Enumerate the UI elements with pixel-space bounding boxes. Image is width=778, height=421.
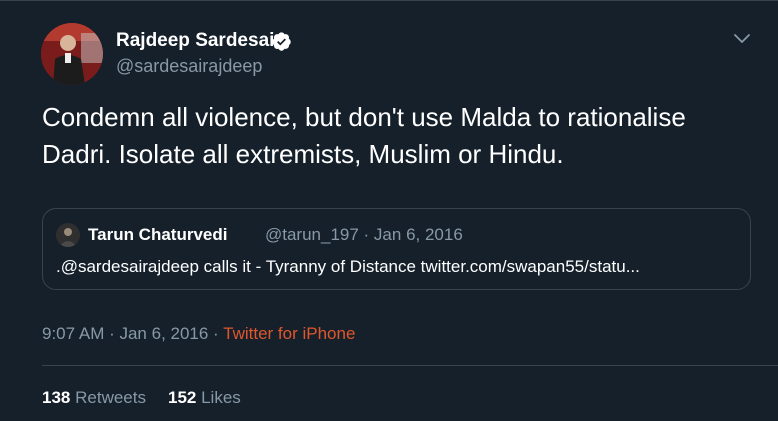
retweets-count: 138 xyxy=(42,388,71,407)
tweet-card: Rajdeep Sardesai @sardesairajdeep Condem… xyxy=(0,0,778,421)
divider xyxy=(42,365,778,366)
verified-badge-icon xyxy=(272,32,291,51)
quoted-tweet[interactable]: Tarun Chaturvedi @tarun_197 · Jan 6, 201… xyxy=(42,208,751,290)
retweets-stat[interactable]: 138 Retweets xyxy=(42,388,146,407)
author-handle[interactable]: @sardesairajdeep xyxy=(116,55,262,77)
engagement-stats: 138 Retweets 152 Likes xyxy=(42,387,241,409)
likes-count: 152 xyxy=(167,388,197,407)
timestamp-row: 9:07 AM · Jan 6, 2016 · Twitter for iPho… xyxy=(42,323,355,345)
chevron-down-icon[interactable] xyxy=(732,31,752,47)
author-avatar[interactable] xyxy=(41,23,103,85)
quote-author-avatar[interactable] xyxy=(56,223,80,247)
tweet-timestamp[interactable]: 9:07 AM · Jan 6, 2016 · xyxy=(42,324,223,343)
quote-author-meta: @tarun_197 · Jan 6, 2016 xyxy=(265,225,463,244)
retweets-label: Retweets xyxy=(75,388,146,407)
tweet-text: Condemn all violence, but don't use Mald… xyxy=(42,102,686,169)
quote-author-name[interactable]: Tarun Chaturvedi xyxy=(88,225,227,245)
quote-text: .@sardesairajdeep calls it - Tyranny of … xyxy=(56,257,640,276)
tweet-source-link[interactable]: Twitter for iPhone xyxy=(223,324,355,343)
author-name[interactable]: Rajdeep Sardesai xyxy=(116,30,274,52)
likes-stat[interactable]: 152 Likes xyxy=(168,388,241,407)
likes-label: Likes xyxy=(201,388,241,407)
